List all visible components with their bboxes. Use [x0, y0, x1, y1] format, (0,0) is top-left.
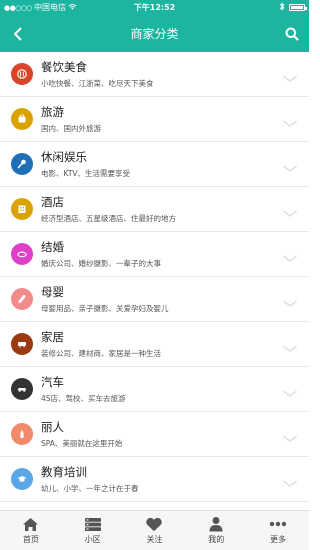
more-icon [269, 516, 287, 532]
category-item[interactable]: 旅游国内、国内外旅游 [0, 97, 309, 142]
tab-community[interactable]: 小区 [62, 511, 124, 550]
category-title: 休闲娱乐 [41, 149, 87, 164]
category-text: 教育培训幼儿、小学、一年之计在于春 [41, 465, 139, 494]
category-title: 汽车 [41, 374, 64, 389]
status-time: 下午12:52 [133, 3, 176, 12]
home-icon [22, 516, 40, 532]
category-item[interactable]: 酒店经济型酒店、五星级酒店、住最好的地方 [0, 187, 309, 232]
category-subtitle: 电影、KTV、生活需要享受 [41, 168, 131, 178]
category-text: 酒店经济型酒店、五星级酒店、住最好的地方 [41, 195, 176, 224]
tab-user[interactable]: 我的 [185, 511, 247, 550]
tab-label: 我的 [208, 535, 225, 544]
chevron-down-icon [283, 68, 297, 82]
category-title: 家居 [41, 329, 64, 344]
chevron-down-icon [283, 428, 297, 442]
category-title: 旅游 [41, 104, 64, 119]
heart-icon [145, 516, 163, 532]
category-subtitle: SPA、美丽就在这里开始 [41, 438, 123, 448]
chevron-down-icon [283, 473, 297, 487]
category-subtitle: 4S店、驾校、买车去旅游 [41, 393, 126, 403]
wedding-icon [11, 243, 33, 265]
category-text: 家居装修公司、建材商、家居是一种生活 [41, 330, 161, 359]
baby-bottle-icon [11, 288, 33, 310]
user-icon [207, 516, 225, 532]
category-title: 结婚 [41, 239, 64, 254]
search-icon [285, 27, 299, 41]
food-icon [11, 63, 33, 85]
category-item[interactable]: 休闲娱乐电影、KTV、生活需要享受 [0, 142, 309, 187]
beauty-icon [11, 423, 33, 445]
status-left: ●●○○○ 中国电信 [4, 2, 104, 13]
category-item[interactable]: 生活服务 [0, 502, 309, 510]
hotel-icon [11, 198, 33, 220]
category-text: 餐饮美食小吃快餐、江浙菜、吃尽天下美食 [41, 60, 154, 89]
category-text: 丽人 SPA、美丽就在这里开始 [41, 420, 122, 449]
category-text: 旅游国内、国内外旅游 [41, 105, 101, 134]
category-text: 母婴母婴用品、亲子摄影、关爱孕妇及婴儿 [41, 285, 169, 314]
category-title: 丽人 [41, 419, 64, 434]
page-title: 商家分类 [130, 27, 179, 41]
search-button[interactable] [281, 23, 303, 45]
category-title: 餐饮美食 [41, 59, 87, 74]
battery-icon [289, 4, 307, 11]
category-text: 结婚婚庆公司、婚纱摄影、一辈子的大事 [41, 240, 161, 269]
chevron-down-icon [283, 383, 297, 397]
chevron-down-icon [283, 158, 297, 172]
car-icon [11, 378, 33, 400]
microphone-icon [11, 153, 33, 175]
sofa-icon [11, 333, 33, 355]
tab-more[interactable]: 更多 [247, 511, 309, 550]
category-subtitle: 装修公司、建材商、家居是一种生活 [41, 348, 161, 358]
tab-label: 小区 [84, 535, 101, 544]
category-subtitle: 国内、国内外旅游 [41, 123, 101, 133]
category-list: 餐饮美食小吃快餐、江浙菜、吃尽天下美食旅游国内、国内外旅游休闲娱乐电影、KTV、… [0, 52, 309, 510]
navigation-bar: 商家分类 [0, 15, 309, 52]
carrier-label: 中国电信 [34, 3, 67, 12]
wifi-icon [68, 3, 77, 12]
category-item[interactable]: 丽人 SPA、美丽就在这里开始 [0, 412, 309, 457]
category-title: 教育培训 [41, 464, 87, 479]
tab-bar: 首页 小区 关注 我的 更多 [0, 510, 309, 550]
back-button[interactable] [8, 24, 28, 44]
signal-icon: ●●○○○ [4, 3, 33, 12]
status-bar: ●●○○○ 中国电信 下午12:52 [0, 0, 309, 15]
education-icon [11, 468, 33, 490]
category-text: 汽车 4S店、驾校、买车去旅游 [41, 375, 126, 404]
category-item[interactable]: 母婴母婴用品、亲子摄影、关爱孕妇及婴儿 [0, 277, 309, 322]
category-subtitle: 小吃快餐、江浙菜、吃尽天下美食 [41, 78, 154, 88]
category-title: 母婴 [41, 284, 64, 299]
tab-label: 关注 [146, 535, 163, 544]
chevron-down-icon [283, 293, 297, 307]
tab-label: 更多 [270, 535, 287, 544]
community-icon [84, 516, 102, 532]
chevron-down-icon [283, 113, 297, 127]
category-item[interactable]: 家居装修公司、建材商、家居是一种生活 [0, 322, 309, 367]
category-item[interactable]: 汽车 4S店、驾校、买车去旅游 [0, 367, 309, 412]
tab-heart[interactable]: 关注 [124, 511, 186, 550]
category-subtitle: 经济型酒店、五星级酒店、住最好的地方 [41, 213, 176, 223]
category-subtitle: 婚庆公司、婚纱摄影、一辈子的大事 [41, 258, 161, 268]
category-item[interactable]: 餐饮美食小吃快餐、江浙菜、吃尽天下美食 [0, 52, 309, 97]
status-right [205, 2, 307, 13]
category-text: 休闲娱乐电影、KTV、生活需要享受 [41, 150, 130, 179]
tab-label: 首页 [22, 535, 39, 544]
bluetooth-icon [279, 2, 285, 13]
category-subtitle: 幼儿、小学、一年之计在于春 [41, 483, 139, 493]
category-item[interactable]: 结婚婚庆公司、婚纱摄影、一辈子的大事 [0, 232, 309, 277]
back-arrow-icon [14, 27, 22, 41]
category-title: 酒店 [41, 194, 64, 209]
chevron-down-icon [283, 248, 297, 262]
chevron-down-icon [283, 203, 297, 217]
chevron-down-icon [283, 338, 297, 352]
tab-home[interactable]: 首页 [0, 511, 62, 550]
category-item[interactable]: 教育培训幼儿、小学、一年之计在于春 [0, 457, 309, 502]
category-subtitle: 母婴用品、亲子摄影、关爱孕妇及婴儿 [41, 303, 169, 313]
travel-icon [11, 108, 33, 130]
